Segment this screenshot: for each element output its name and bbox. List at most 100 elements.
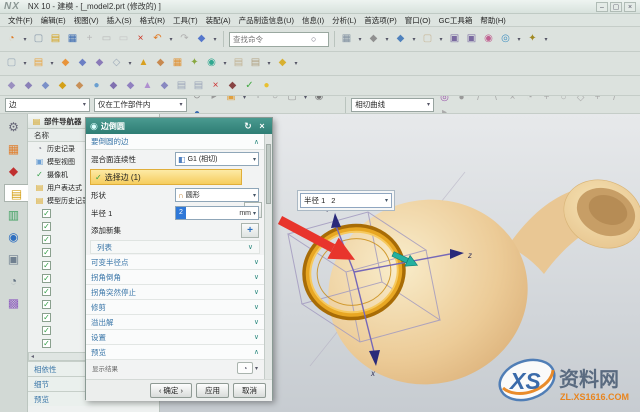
lasso-icon[interactable]: ○ [268, 96, 283, 104]
offset-icon[interactable]: ◆ [157, 78, 172, 93]
render-caret-icon[interactable]: ▾ [383, 33, 391, 48]
maximize-button[interactable]: ▢ [610, 2, 622, 12]
edges-section-header[interactable]: 要倒圆的边 ∧ [86, 134, 264, 150]
scope-combo[interactable]: 仅在工作部件内 ▾ [94, 98, 187, 112]
extrude-icon[interactable]: ◆ [58, 55, 73, 70]
start-caret-icon[interactable]: ▾ [21, 33, 29, 48]
section-4[interactable]: 溢出解∨ [86, 315, 264, 330]
move-icon[interactable]: + [82, 31, 97, 46]
globe-icon[interactable]: ◉ [312, 96, 327, 104]
copy-icon[interactable]: ▭ [99, 31, 114, 46]
menu-item-6[interactable]: 装配(A) [202, 15, 235, 26]
sheet-doc2-icon[interactable]: ▤ [191, 78, 206, 93]
chevron-down-icon[interactable]: ▾ [251, 210, 258, 217]
menu-item-13[interactable]: 帮助(H) [476, 15, 509, 26]
select-edge-row[interactable]: ✓ 选择边 (1) [90, 169, 242, 185]
menu-item-11[interactable]: 窗口(O) [401, 15, 435, 26]
sheet-doc-icon[interactable]: ▤ [174, 78, 189, 93]
tools-caret-icon[interactable]: ▾ [542, 33, 550, 48]
orient-caret-icon[interactable]: ▾ [515, 33, 523, 48]
minimize-button[interactable]: – [596, 2, 608, 12]
snap-slash-icon[interactable]: / [607, 96, 622, 105]
menu-item-10[interactable]: 首选项(P) [360, 15, 401, 26]
feature-checkbox-icon[interactable]: ✓ [42, 287, 51, 296]
hole-icon[interactable]: ▲ [136, 55, 151, 70]
background-caret-icon[interactable]: ▾ [437, 33, 445, 48]
constraint-navigator-icon[interactable]: ◆ [4, 162, 24, 180]
window-a-icon[interactable]: ▣ [447, 31, 462, 46]
revolve-icon[interactable]: ◆ [75, 55, 90, 70]
feature-checkbox-icon[interactable]: ✓ [42, 339, 51, 348]
face-blend-icon[interactable]: ◆ [38, 78, 53, 93]
section-0[interactable]: 可变半径点∨ [86, 255, 264, 270]
ok-button[interactable]: ‹ 确定 › [150, 383, 192, 398]
feature-checkbox-icon[interactable]: ✓ [42, 261, 51, 270]
module-caret-icon[interactable]: ▾ [265, 57, 273, 72]
menu-item-7[interactable]: 产品制造信息(U) [235, 15, 298, 26]
onscreen-radius-input[interactable]: 半径 1 2 ▾ [297, 190, 395, 211]
curve-rule-combo[interactable]: 相切曲线 ▾ [351, 98, 434, 112]
rib-icon[interactable]: ◆ [153, 55, 168, 70]
tools-icon[interactable]: ✦ [525, 31, 540, 46]
snap-end-icon[interactable]: / [471, 96, 486, 105]
history-icon[interactable]: ◔ [4, 272, 24, 290]
feature-checkbox-icon[interactable]: ✓ [42, 313, 51, 322]
undo-icon[interactable]: ↶ [150, 31, 165, 46]
shell-icon[interactable]: ◉ [204, 55, 219, 70]
close-button[interactable]: × [624, 2, 636, 12]
new-file-icon[interactable]: ▢ [31, 31, 46, 46]
feature-checkbox-icon[interactable]: ✓ [42, 209, 51, 218]
background-icon[interactable]: ▢ [420, 31, 435, 46]
continuity-combo[interactable]: ◧ G1 (相切) ▾ [175, 152, 259, 166]
pattern-icon[interactable]: ▦ [170, 55, 185, 70]
start-menu-icon[interactable]: ◔ [4, 31, 19, 46]
chevron-down-icon[interactable]: ▾ [385, 197, 388, 204]
undo-caret-icon[interactable]: ▾ [167, 33, 175, 48]
type-filter-combo[interactable]: 边 ▾ [5, 98, 90, 112]
expand-icon[interactable]: ∨ [254, 333, 259, 341]
magnet-icon[interactable]: ◎ [437, 96, 452, 105]
feature-checkbox-icon[interactable]: ✓ [42, 300, 51, 309]
menu-item-8[interactable]: 信息(I) [298, 15, 328, 26]
feature-checkbox-icon[interactable]: ✓ [42, 248, 51, 257]
sew-icon[interactable]: ◆ [123, 78, 138, 93]
snap-plus-icon[interactable]: + [539, 96, 554, 105]
preview-section-header[interactable]: 预览 ∧ [86, 345, 264, 360]
sphere-select-icon[interactable]: ● [190, 106, 205, 115]
expand-icon[interactable]: ∨ [254, 303, 259, 311]
shaded-view-icon[interactable]: ◆ [393, 31, 408, 46]
roles-icon[interactable]: ▩ [4, 294, 24, 312]
open-folder-icon[interactable]: ▤ [48, 31, 63, 46]
scroll-left-icon[interactable]: ◂ [31, 353, 34, 360]
point-snap-icon[interactable]: ● [454, 96, 469, 105]
dialog-scrollbar[interactable] [264, 134, 272, 379]
ball-icon[interactable]: ● [259, 78, 274, 93]
cancel-button[interactable]: 取消 [233, 383, 266, 398]
hd3d-tools-icon[interactable]: ▣ [4, 250, 24, 268]
feature-checkbox-icon[interactable]: ✓ [42, 274, 51, 283]
trim-body-icon[interactable]: ◆ [106, 78, 121, 93]
unite-icon[interactable]: ✦ [187, 55, 202, 70]
feature-checkbox-icon[interactable]: ✓ [42, 222, 51, 231]
boolean-icon[interactable]: ◇ [109, 55, 124, 70]
layout-icon[interactable]: ▦ [339, 31, 354, 46]
view-cube-caret-icon[interactable]: ▾ [211, 33, 219, 48]
menu-item-3[interactable]: 插入(S) [103, 15, 136, 26]
collapse-icon[interactable]: ∧ [254, 348, 259, 356]
menu-item-0[interactable]: 文件(F) [4, 15, 37, 26]
menu-item-4[interactable]: 格式(R) [136, 15, 169, 26]
shape-combo[interactable]: ∩ 圆形 ▾ [175, 188, 259, 202]
reuse-library-icon[interactable]: ▥ [4, 206, 24, 224]
sketch-caret-icon[interactable]: ▾ [21, 57, 29, 72]
view-cube-icon[interactable]: ◆ [194, 31, 209, 46]
block-icon[interactable]: ◆ [92, 55, 107, 70]
delete-icon[interactable]: × [133, 31, 148, 46]
snap-flag-icon[interactable]: ▸ [437, 105, 452, 115]
radius-field[interactable]: 2 mm ▾ [175, 206, 259, 220]
orient-view-icon[interactable]: ◎ [498, 31, 513, 46]
expand-icon[interactable]: ∨ [254, 318, 259, 326]
collapse-icon[interactable]: ∧ [254, 138, 259, 146]
feature-caret-icon[interactable]: ▾ [292, 57, 300, 72]
gear-icon[interactable]: ⚙ [4, 118, 24, 136]
dialog-close-button[interactable]: × [256, 121, 268, 131]
